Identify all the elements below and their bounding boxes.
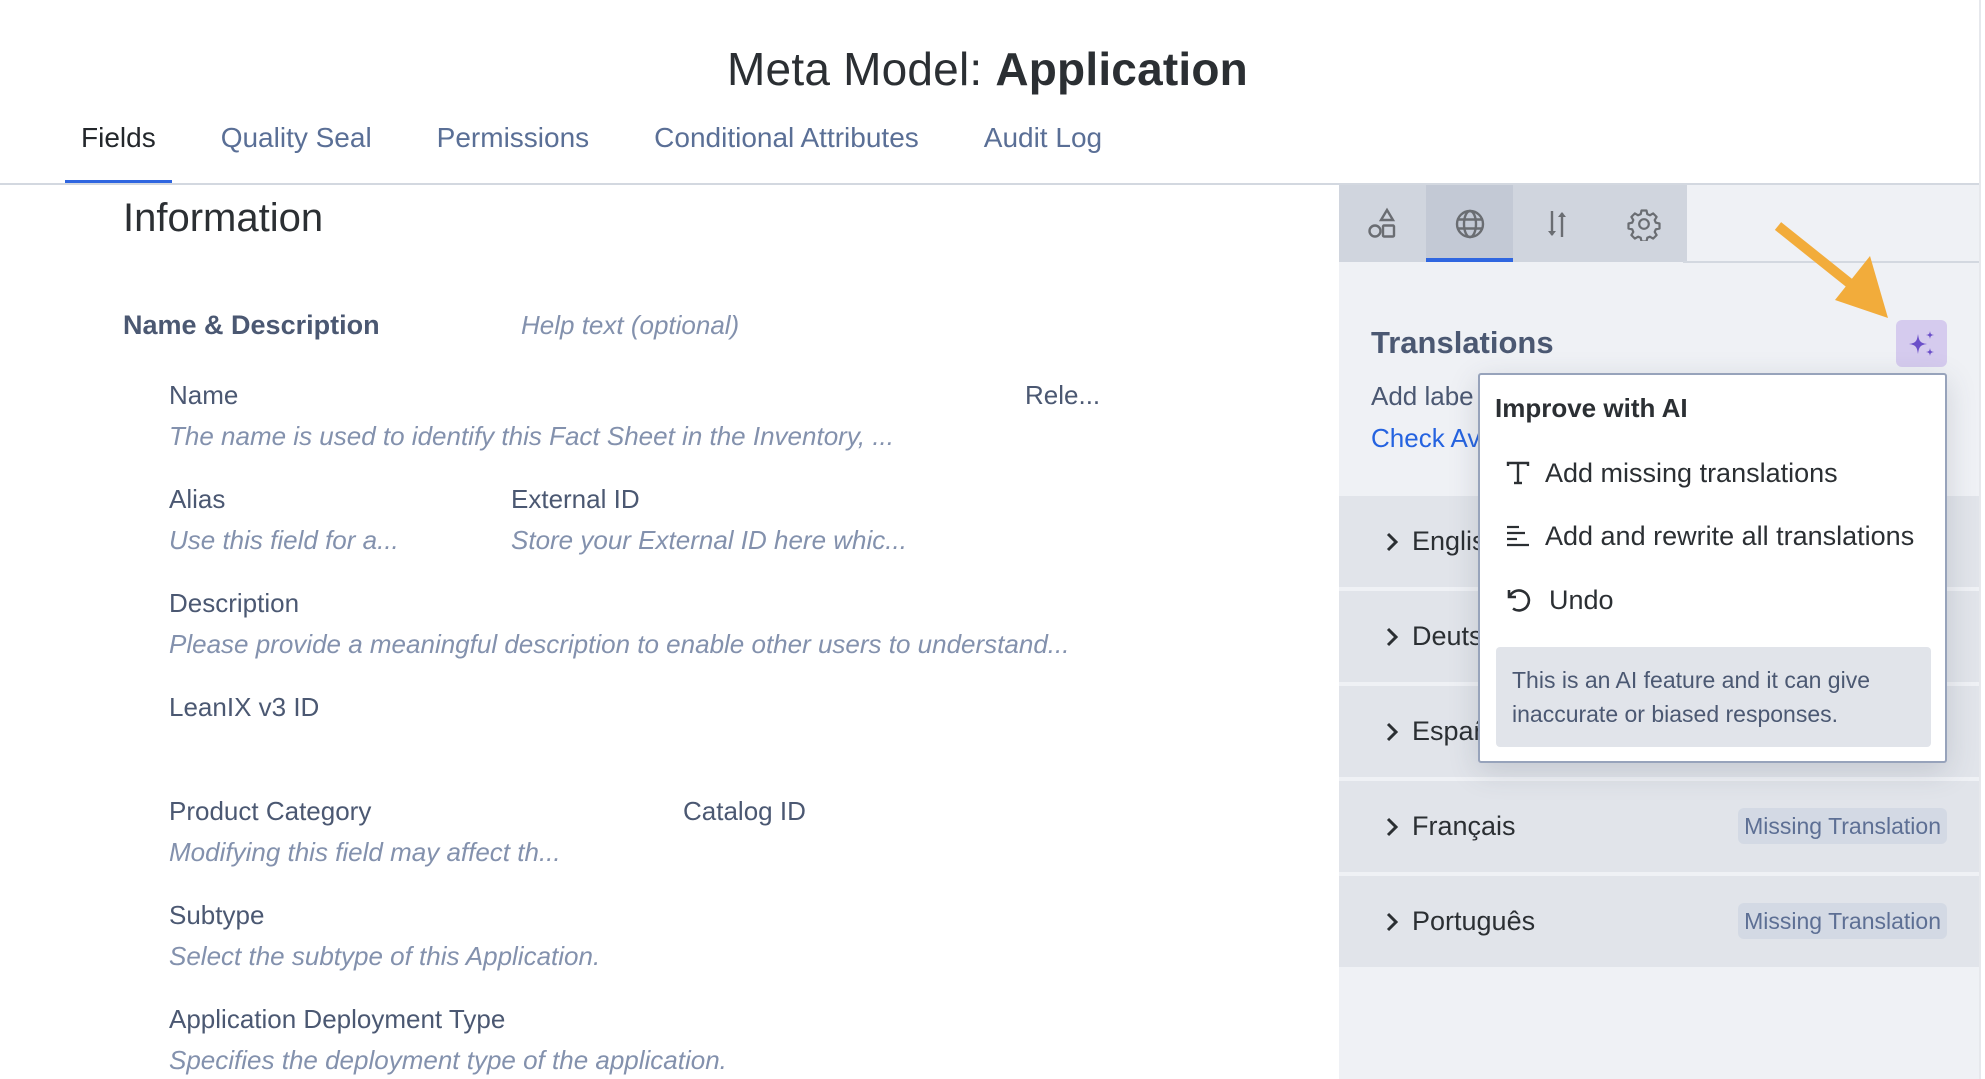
menu-title: Improve with AI [1495,393,1688,423]
translations-title: Translations [1371,325,1554,360]
panel-tab-settings[interactable] [1600,185,1687,262]
field-hint: Store your External ID here whic... [511,525,907,555]
field-label: Name [169,380,239,410]
missing-translation-badge: Missing Translation [1738,903,1947,939]
field-subtype[interactable]: Subtype Select the subtype of this Appli… [169,900,600,972]
tab-conditional-attributes[interactable]: Conditional Attributes [638,118,935,184]
language-row-portugues[interactable]: Português Missing Translation [1339,876,1979,967]
field-deployment-type[interactable]: Application Deployment Type Specifies th… [169,1004,727,1076]
improve-with-ai-menu: Improve with AI Add missing translations… [1478,373,1947,763]
field-label: External ID [511,484,640,514]
field-label: Description [169,588,300,618]
tab-permissions[interactable]: Permissions [421,118,605,184]
field-hint: Select the subtype of this Application. [169,941,601,971]
field-hint: Use this field for a... [169,525,399,555]
chevron-right-icon [1386,532,1399,552]
shapes-icon [1367,207,1395,238]
field-label: Catalog ID [683,796,806,826]
menu-item-label: Undo [1549,584,1614,615]
chevron-right-icon [1386,912,1399,932]
align-left-icon [1507,525,1529,547]
panel-tabs [1339,185,1687,262]
field-external-id[interactable]: External ID Store your External ID here … [511,484,907,556]
ai-disclaimer: This is an AI feature and it can give in… [1496,647,1931,747]
text-icon [1506,461,1530,485]
menu-item-undo[interactable]: Undo [1480,572,1945,628]
page-title-name: Application [995,43,1248,95]
language-row-francais[interactable]: Français Missing Translation [1339,781,1979,872]
field-leanix-v3-id[interactable]: LeanIX v3 ID [169,692,319,723]
menu-item-add-rewrite-all[interactable]: Add and rewrite all translations [1480,508,1945,564]
check-availability-link[interactable]: Check Av [1371,423,1480,454]
menu-item-label: Add and rewrite all translations [1545,520,1915,551]
field-label: Subtype [169,900,265,930]
chevron-right-icon [1386,722,1399,742]
field-hint: The name is used to identify this Fact S… [169,421,895,451]
chevron-right-icon [1386,817,1399,837]
gear-icon [1626,208,1661,241]
field-release[interactable]: Rele... [1025,380,1100,411]
language-name: Englis [1412,526,1486,556]
field-label: LeanIX v3 ID [169,692,320,722]
panel-tab-divider [1683,261,1979,263]
main-tabs: Fields Quality Seal Permissions Conditio… [65,118,1151,184]
page-title: Meta Model: Application [0,42,1975,96]
group-title[interactable]: Name & Description [123,310,380,341]
sparkle-icon [1908,330,1934,356]
missing-translation-badge: Missing Translation [1738,808,1947,844]
panel-tab-shapes[interactable] [1339,185,1426,262]
language-name: Français [1412,811,1516,841]
section-title: Information [123,196,324,240]
language-name: Deuts [1412,621,1483,651]
panel-tab-sort[interactable] [1513,185,1600,262]
field-description[interactable]: Description Please provide a meaningful … [169,588,1069,660]
group-help-input[interactable]: Help text (optional) [521,310,739,341]
chevron-right-icon [1386,627,1399,647]
tab-fields[interactable]: Fields [65,118,172,184]
field-hint: Specifies the deployment type of the app… [169,1045,727,1075]
menu-item-add-missing[interactable]: Add missing translations [1480,445,1945,501]
translations-description: Add labe [1371,381,1474,411]
field-label: Product Category [169,796,372,826]
field-catalog-id[interactable]: Catalog ID [683,796,806,827]
field-label: Rele... [1025,380,1101,410]
field-alias[interactable]: Alias Use this field for a... [169,484,399,556]
field-product-category[interactable]: Product Category Modifying this field ma… [169,796,561,868]
field-label: Alias [169,484,226,514]
tab-quality-seal[interactable]: Quality Seal [205,118,388,184]
menu-item-label: Add missing translations [1545,457,1838,488]
page-title-prefix: Meta Model: [727,43,996,95]
undo-icon [1507,589,1531,612]
field-hint: Modifying this field may affect th... [169,837,561,867]
field-name[interactable]: Name The name is used to identify this F… [169,380,894,452]
sort-arrows-icon [1547,210,1566,237]
panel-tab-translations[interactable] [1426,185,1513,262]
improve-with-ai-button[interactable] [1896,320,1947,367]
language-name: Português [1412,906,1536,936]
scrollbar-track[interactable] [1979,0,1981,1079]
globe-icon [1455,209,1484,238]
field-hint: Please provide a meaningful description … [169,629,1070,659]
field-label: Application Deployment Type [169,1004,506,1034]
tab-audit-log[interactable]: Audit Log [968,118,1118,184]
